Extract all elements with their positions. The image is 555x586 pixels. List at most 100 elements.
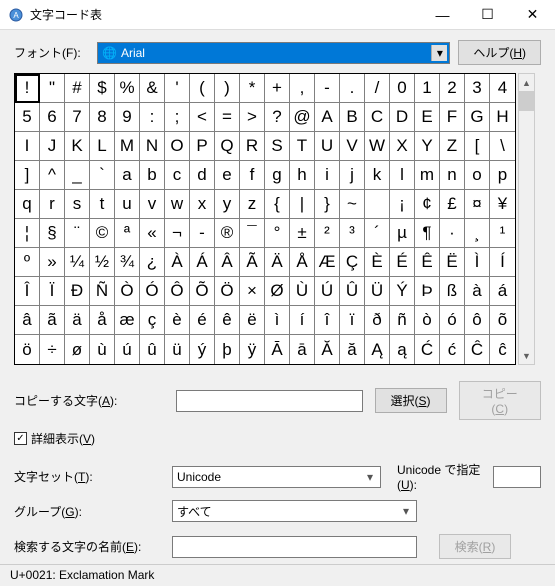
- char-cell[interactable]: é: [190, 306, 215, 335]
- char-cell[interactable]: Í: [490, 248, 515, 277]
- char-cell[interactable]: (: [190, 74, 215, 103]
- char-cell[interactable]: º: [15, 248, 40, 277]
- char-cell[interactable]: \: [490, 132, 515, 161]
- char-cell[interactable]: o: [465, 161, 490, 190]
- char-cell[interactable]: §: [40, 219, 65, 248]
- char-cell[interactable]: Û: [340, 277, 365, 306]
- char-cell[interactable]: Ù: [290, 277, 315, 306]
- char-cell[interactable]: ā: [290, 335, 315, 364]
- char-cell[interactable]: ): [215, 74, 240, 103]
- char-cell[interactable]: v: [140, 190, 165, 219]
- char-cell[interactable]: $: [90, 74, 115, 103]
- char-cell[interactable]: f: [240, 161, 265, 190]
- char-cell[interactable]: ó: [440, 306, 465, 335]
- char-cell[interactable]: Ă: [315, 335, 340, 364]
- char-cell[interactable]: w: [165, 190, 190, 219]
- char-cell[interactable]: £: [440, 190, 465, 219]
- char-cell[interactable]: ;: [165, 103, 190, 132]
- char-cell[interactable]: K: [65, 132, 90, 161]
- char-cell[interactable]: ä: [65, 306, 90, 335]
- char-cell[interactable]: Ã: [240, 248, 265, 277]
- char-cell[interactable]: C: [365, 103, 390, 132]
- char-cell[interactable]: ¹: [490, 219, 515, 248]
- char-cell[interactable]: È: [365, 248, 390, 277]
- char-cell[interactable]: Ā: [265, 335, 290, 364]
- char-cell[interactable]: n: [440, 161, 465, 190]
- char-cell[interactable]: s: [65, 190, 90, 219]
- char-cell[interactable]: °: [265, 219, 290, 248]
- char-cell[interactable]: Ü: [365, 277, 390, 306]
- char-cell[interactable]: À: [165, 248, 190, 277]
- char-cell[interactable]: a: [115, 161, 140, 190]
- char-cell[interactable]: >: [240, 103, 265, 132]
- char-cell[interactable]: ·: [440, 219, 465, 248]
- char-cell[interactable]: û: [140, 335, 165, 364]
- char-cell[interactable]: 0: [390, 74, 415, 103]
- char-cell[interactable]: T: [290, 132, 315, 161]
- char-cell[interactable]: |: [290, 190, 315, 219]
- group-select[interactable]: すべて ▾: [172, 500, 417, 522]
- char-cell[interactable]: Ë: [440, 248, 465, 277]
- copy-button[interactable]: コピー(C): [459, 381, 542, 420]
- char-cell[interactable]: =: [215, 103, 240, 132]
- char-cell[interactable]: }: [315, 190, 340, 219]
- char-cell[interactable]: ö: [15, 335, 40, 364]
- char-cell[interactable]: Ï: [40, 277, 65, 306]
- char-cell[interactable]: ^: [40, 161, 65, 190]
- char-cell[interactable]: -: [315, 74, 340, 103]
- char-cell[interactable]: :: [140, 103, 165, 132]
- char-cell[interactable]: ¨: [65, 219, 90, 248]
- char-cell[interactable]: F: [440, 103, 465, 132]
- char-cell[interactable]: ": [40, 74, 65, 103]
- char-cell[interactable]: Ä: [265, 248, 290, 277]
- char-cell[interactable]: ë: [240, 306, 265, 335]
- help-button[interactable]: ヘルプ(H): [458, 40, 541, 65]
- char-cell[interactable]: ç: [140, 306, 165, 335]
- char-cell[interactable]: %: [115, 74, 140, 103]
- char-cell[interactable]: R: [240, 132, 265, 161]
- char-cell[interactable]: E: [415, 103, 440, 132]
- scroll-track[interactable]: [519, 91, 534, 347]
- char-cell[interactable]: [365, 190, 390, 219]
- char-cell[interactable]: ú: [115, 335, 140, 364]
- char-cell[interactable]: å: [90, 306, 115, 335]
- char-cell[interactable]: ì: [265, 306, 290, 335]
- scroll-down-button[interactable]: ▼: [519, 347, 534, 364]
- char-cell[interactable]: z: [240, 190, 265, 219]
- char-cell[interactable]: ²: [315, 219, 340, 248]
- char-cell[interactable]: ½: [90, 248, 115, 277]
- char-cell[interactable]: ±: [290, 219, 315, 248]
- char-cell[interactable]: ¢: [415, 190, 440, 219]
- char-cell[interactable]: ć: [440, 335, 465, 364]
- char-cell[interactable]: ®: [215, 219, 240, 248]
- char-cell[interactable]: ý: [190, 335, 215, 364]
- char-cell[interactable]: þ: [215, 335, 240, 364]
- char-cell[interactable]: !: [15, 74, 40, 103]
- char-cell[interactable]: ã: [40, 306, 65, 335]
- char-cell[interactable]: ~: [340, 190, 365, 219]
- char-cell[interactable]: â: [15, 306, 40, 335]
- char-cell[interactable]: Q: [215, 132, 240, 161]
- char-cell[interactable]: Ú: [315, 277, 340, 306]
- char-cell[interactable]: Õ: [190, 277, 215, 306]
- char-cell[interactable]: O: [165, 132, 190, 161]
- char-cell[interactable]: ¤: [465, 190, 490, 219]
- char-cell[interactable]: r: [40, 190, 65, 219]
- char-cell[interactable]: ¸: [465, 219, 490, 248]
- char-cell[interactable]: 3: [465, 74, 490, 103]
- char-cell[interactable]: _: [65, 161, 90, 190]
- char-cell[interactable]: Ô: [165, 277, 190, 306]
- char-cell[interactable]: ñ: [390, 306, 415, 335]
- char-cell[interactable]: Ì: [465, 248, 490, 277]
- char-cell[interactable]: +: [265, 74, 290, 103]
- char-cell[interactable]: P: [190, 132, 215, 161]
- char-cell[interactable]: Ó: [140, 277, 165, 306]
- char-cell[interactable]: q: [15, 190, 40, 219]
- char-cell[interactable]: Ĉ: [465, 335, 490, 364]
- charset-select[interactable]: Unicode ▾: [172, 466, 381, 488]
- char-cell[interactable]: A: [315, 103, 340, 132]
- char-cell[interactable]: ø: [65, 335, 90, 364]
- advanced-checkbox[interactable]: ✓: [14, 432, 27, 445]
- char-cell[interactable]: ¡: [390, 190, 415, 219]
- char-cell[interactable]: `: [90, 161, 115, 190]
